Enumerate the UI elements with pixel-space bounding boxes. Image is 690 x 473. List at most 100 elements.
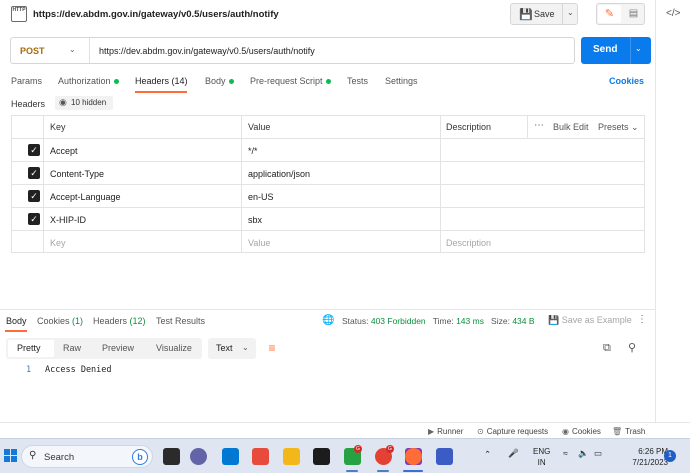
cookies-link[interactable]: Cookies (609, 76, 644, 86)
response-tab-test-results[interactable]: Test Results (156, 316, 205, 326)
taskbar-search[interactable]: ⚲ Search b (21, 445, 153, 468)
line-number: 1 (26, 365, 32, 375)
cookie-icon: ◉ (562, 427, 569, 436)
row-checkbox[interactable]: ✓ (28, 190, 40, 202)
code-icon[interactable]: </> (666, 8, 680, 19)
documentation-icon[interactable]: ▤ (623, 5, 644, 23)
response-status: Status: 403 Forbidden Time: 143 ms Size:… (342, 316, 535, 326)
clock[interactable]: 6:26 PM 7/21/2023 (616, 446, 668, 468)
response-divider[interactable] (0, 309, 655, 310)
runner-button[interactable]: ▶ Runner (428, 427, 463, 436)
language-indicator[interactable]: ENG IN (533, 446, 550, 468)
new-key-input[interactable]: Key (50, 238, 66, 248)
save-label: Save (534, 9, 555, 19)
format-select[interactable]: Text ⌄ (208, 338, 256, 359)
url-input[interactable]: https://dev.abdm.gov.in/gateway/v0.5/use… (99, 46, 315, 56)
wrap-lines-icon[interactable]: ≡ (264, 340, 280, 356)
tab-params[interactable]: Params (11, 76, 42, 86)
right-sidebar: </> (655, 0, 690, 438)
send-button[interactable]: Send ⌄ (581, 37, 651, 64)
header-value[interactable]: sbx (248, 215, 262, 225)
response-size: 434 B (512, 316, 535, 326)
active-tab-indicator (5, 330, 27, 332)
microphone-icon[interactable]: 🎤 (508, 448, 519, 459)
response-time: 143 ms (456, 316, 484, 326)
presets-dropdown[interactable]: Presets ⌄ (598, 122, 639, 133)
notification-center-badge[interactable]: 1 (664, 450, 676, 462)
hidden-headers-toggle[interactable]: ◉ 10 hidden (55, 96, 113, 110)
volume-icon[interactable]: 🔈 (578, 448, 589, 459)
runner-icon: ▶ (428, 427, 435, 436)
file-explorer-icon[interactable] (283, 448, 300, 465)
tab-pre-request-script[interactable]: Pre-request Script (250, 76, 331, 86)
tab-authorization[interactable]: Authorization (58, 76, 119, 86)
intellij-icon[interactable] (313, 448, 330, 465)
header-key[interactable]: Accept-Language (50, 192, 121, 202)
notification-badge: G (354, 445, 362, 453)
header-key[interactable]: Accept (50, 146, 78, 156)
save-as-example-button[interactable]: 💾 Save as Example (548, 315, 632, 326)
header-value[interactable]: en-US (248, 192, 274, 202)
save-button[interactable]: 💾 Save ⌄ (510, 3, 578, 25)
copy-icon[interactable]: ⧉ (603, 342, 611, 355)
tray-overflow-icon[interactable]: ⌃ (484, 449, 491, 460)
notepad-icon[interactable] (436, 448, 453, 465)
tab-settings[interactable]: Settings (385, 76, 418, 86)
view-visualize[interactable]: Visualize (156, 343, 192, 353)
more-options-icon[interactable]: ⋮ (637, 314, 647, 325)
view-mode-toggle[interactable]: ✎ ▤ (596, 3, 645, 25)
row-checkbox[interactable]: ✓ (28, 144, 40, 156)
chevron-down-icon[interactable]: ⌄ (567, 8, 574, 17)
header-value[interactable]: */* (248, 146, 258, 156)
send-label: Send (593, 44, 618, 55)
tab-headers[interactable]: Headers (14) (135, 76, 188, 86)
row-checkbox[interactable]: ✓ (28, 167, 40, 179)
statusbar-cookies-button[interactable]: ◉ Cookies (562, 427, 601, 436)
tab-body[interactable]: Body (205, 76, 234, 86)
hidden-count: 10 hidden (71, 98, 107, 107)
new-value-input[interactable]: Value (248, 238, 270, 248)
response-body-line[interactable]: Access Denied (45, 365, 112, 375)
postman-icon[interactable] (405, 448, 422, 465)
calculator-icon[interactable] (222, 448, 239, 465)
capture-requests-button[interactable]: ⊙ Capture requests (477, 427, 548, 436)
bing-icon[interactable]: b (132, 449, 148, 465)
method-label: POST (20, 46, 45, 56)
http-request-icon: HTTP (11, 6, 27, 22)
windows-start-icon[interactable] (4, 449, 17, 462)
task-view-icon[interactable] (163, 448, 180, 465)
view-pretty[interactable]: Pretty (8, 340, 54, 357)
pencil-icon[interactable]: ✎ (598, 5, 621, 23)
response-tab-body[interactable]: Body (6, 316, 27, 326)
wifi-icon[interactable]: ≈ (563, 448, 568, 458)
bulk-edit-button[interactable]: Bulk Edit (553, 122, 589, 132)
chevron-down-icon[interactable]: ⌄ (635, 44, 642, 53)
globe-icon[interactable]: 🌐 (322, 315, 334, 326)
new-description-input[interactable]: Description (446, 238, 491, 248)
view-raw[interactable]: Raw (63, 343, 81, 353)
meet-icon[interactable] (190, 448, 207, 465)
response-tab-cookies[interactable]: Cookies (1) (37, 316, 83, 326)
headers-table: Key Value Description ⋯ Bulk Edit Preset… (11, 115, 645, 253)
header-value[interactable]: application/json (248, 169, 310, 179)
header-key[interactable]: X-HIP-ID (50, 215, 86, 225)
request-title[interactable]: https://dev.abdm.gov.in/gateway/v0.5/use… (33, 9, 279, 20)
battery-icon[interactable]: ▭ (594, 448, 602, 459)
row-checkbox[interactable]: ✓ (28, 213, 40, 225)
notification-badge: G (386, 445, 394, 453)
anydesk-icon[interactable] (252, 448, 269, 465)
more-options-icon[interactable]: ⋯ (534, 120, 544, 131)
status-code: 403 Forbidden (370, 316, 426, 326)
header-key[interactable]: Content-Type (50, 169, 104, 179)
column-header-value: Value (248, 122, 271, 132)
trash-button[interactable]: 🗑 Trash (612, 427, 645, 436)
eye-icon: ◉ (59, 97, 67, 107)
view-preview[interactable]: Preview (102, 343, 134, 353)
url-bar: POST ⌄ https://dev.abdm.gov.in/gateway/v… (10, 37, 575, 64)
method-select[interactable]: POST ⌄ (11, 38, 89, 63)
search-icon[interactable]: ⚲ (628, 341, 636, 354)
trash-icon: 🗑 (612, 427, 623, 436)
tab-tests[interactable]: Tests (347, 76, 368, 86)
response-tab-headers[interactable]: Headers (12) (93, 316, 146, 326)
status-dot-icon (113, 79, 119, 85)
